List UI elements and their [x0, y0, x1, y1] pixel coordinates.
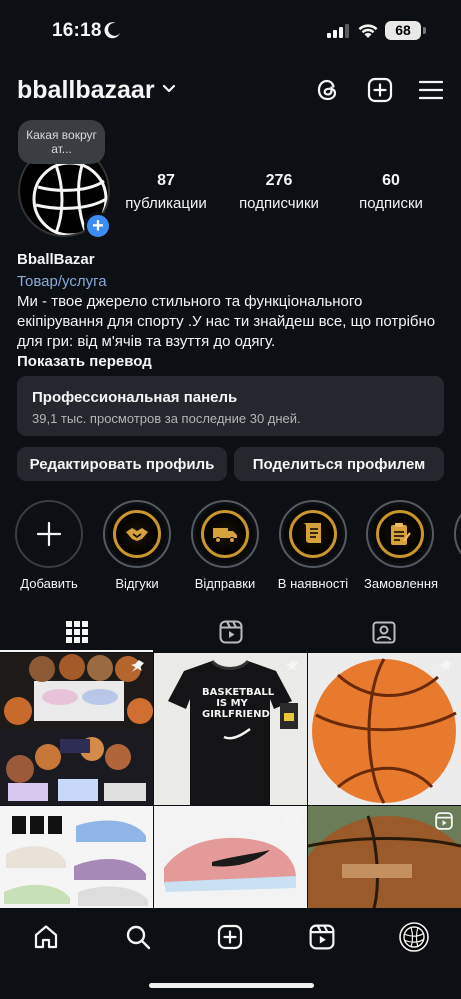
edit-profile-button[interactable]: Редактировать профиль	[17, 447, 227, 481]
home-icon	[34, 925, 58, 949]
create-icon	[217, 924, 243, 950]
reel-icon	[435, 812, 453, 830]
profile-icon	[399, 922, 429, 952]
post-tile[interactable]	[0, 806, 153, 908]
nav-reels[interactable]	[307, 922, 337, 952]
dashboard-subtitle: 39,1 тыс. просмотров за последние 30 дне…	[32, 411, 301, 426]
profile-header: bballbazaar	[0, 70, 461, 110]
post-tile[interactable]	[154, 806, 307, 908]
highlight-label: Відправки	[194, 576, 256, 591]
highlight-label: Відгуки	[115, 576, 159, 591]
nav-create[interactable]	[215, 922, 245, 952]
highlight-label: В наявності	[277, 576, 349, 591]
moon-icon	[104, 22, 120, 39]
reels-icon	[219, 620, 242, 644]
active-tab-indicator	[0, 650, 153, 652]
highlight-label: Замовлення	[364, 576, 439, 591]
reels-icon	[309, 924, 335, 950]
note-bubble[interactable]: Какая вокруг ат...	[18, 120, 105, 164]
grid-icon	[65, 621, 88, 643]
plus-icon	[36, 521, 62, 547]
create-icon[interactable]	[366, 76, 394, 104]
nav-search[interactable]	[123, 922, 153, 952]
clipboard-icon	[391, 523, 411, 545]
pin-icon	[439, 659, 452, 673]
menu-icon[interactable]	[417, 76, 445, 104]
scroll-icon	[303, 523, 321, 543]
tab-reels[interactable]	[154, 612, 307, 652]
highlight-orders[interactable]: Замовлення	[364, 500, 439, 591]
post-tile[interactable]: BASKETBALL IS MY GIRLFRIEND	[154, 653, 307, 805]
stat-followers-count: 276	[265, 172, 293, 189]
dashboard-title: Профессиональная панель	[32, 389, 238, 406]
highlight-add[interactable]: Добавить	[13, 500, 85, 591]
stat-following-count: 60	[382, 172, 400, 189]
handshake-icon	[126, 528, 148, 541]
tab-posts[interactable]	[0, 612, 153, 652]
post-tile[interactable]	[308, 806, 461, 908]
post-tile[interactable]	[0, 653, 153, 805]
search-icon	[126, 925, 151, 950]
highlight-label: Добавить	[20, 576, 78, 591]
profile-tabs	[0, 612, 461, 652]
stat-posts-label: публикации	[125, 195, 207, 212]
nav-home[interactable]	[31, 922, 61, 952]
post-tile[interactable]	[308, 653, 461, 805]
chevron-down-icon[interactable]	[162, 84, 176, 94]
tshirt-print: BASKETBALL IS MY GIRLFRIEND	[202, 687, 275, 720]
username-switcher[interactable]: bballbazaar	[17, 76, 155, 105]
multi-icon	[284, 812, 299, 827]
threads-icon[interactable]	[314, 76, 342, 104]
truck-icon	[213, 528, 237, 543]
stat-following[interactable]: 60 подписки	[352, 172, 430, 212]
bio: BballBazar Товар/услуга Ми - твое джерел…	[17, 250, 447, 372]
highlight-in-stock[interactable]: В наявності	[277, 500, 349, 591]
stat-posts-count: 87	[157, 172, 175, 189]
home-indicator[interactable]	[149, 983, 314, 988]
show-translation-link[interactable]: Показать перевод	[17, 352, 447, 372]
stat-following-label: подписки	[359, 195, 423, 212]
highlight-shipments[interactable]: Відправки	[189, 500, 261, 591]
wifi-icon	[358, 24, 378, 38]
stat-followers[interactable]: 276 подписчики	[233, 172, 325, 212]
battery-indicator: 68	[385, 21, 421, 40]
stat-posts[interactable]: 87 публикации	[122, 172, 210, 212]
bio-text: Ми - твое джерело стильного та функціона…	[17, 293, 436, 350]
status-time: 16:18	[52, 20, 102, 41]
add-story-icon[interactable]: +	[84, 212, 112, 240]
battery-tip	[423, 27, 426, 34]
display-name: BballBazar	[17, 251, 95, 268]
signal-icon	[327, 24, 349, 38]
nav-profile[interactable]	[399, 922, 429, 952]
category-label: Товар/услуга	[17, 273, 107, 290]
share-profile-button[interactable]: Поделиться профилем	[234, 447, 444, 481]
stat-followers-label: подписчики	[239, 195, 319, 212]
status-bar: 16:18 68	[0, 0, 461, 62]
highlight-reviews[interactable]: Відгуки	[101, 500, 173, 591]
professional-dashboard[interactable]: Профессиональная панель 39,1 тыс. просмо…	[17, 376, 444, 436]
highlight-partial[interactable]	[452, 500, 461, 568]
tab-tagged[interactable]	[307, 612, 460, 652]
pin-icon	[131, 659, 144, 673]
pin-icon	[285, 659, 298, 673]
tagged-icon	[372, 621, 395, 644]
